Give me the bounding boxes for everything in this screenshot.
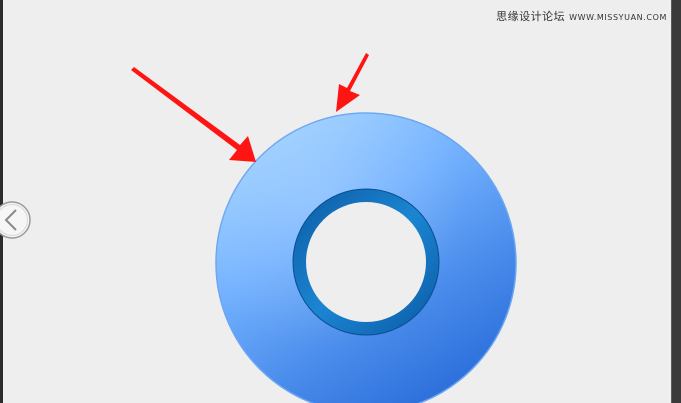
chevron-left-circle-icon[interactable]	[0, 200, 32, 240]
donut-illustration	[131, 53, 517, 403]
design-canvas: 思缘设计论坛 WWW.MISSYUAN.COM	[0, 0, 681, 403]
red-arrow-left	[131, 67, 256, 162]
donut-hole	[306, 202, 426, 322]
red-arrow-top	[336, 53, 369, 112]
